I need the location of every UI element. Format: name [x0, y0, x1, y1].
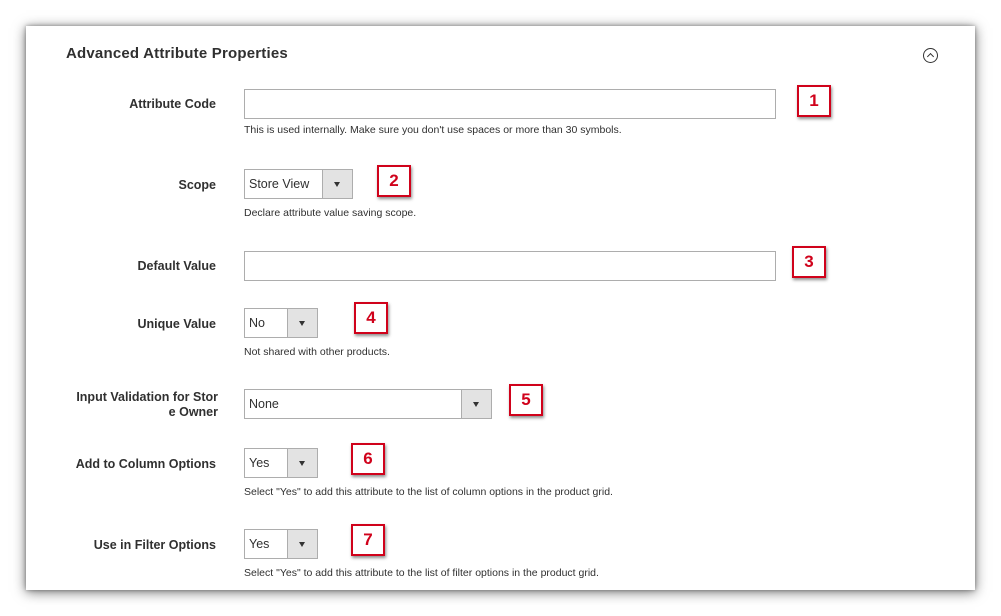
unique-value-select-value: No	[249, 316, 265, 330]
callout-badge-4: 4	[354, 302, 388, 334]
unique-value-label: Unique Value	[137, 317, 217, 331]
input-validation-label-line1: Input Validation for Stor	[76, 390, 218, 404]
use-in-filter-options-note: Select "Yes" to add this attribute to th…	[244, 567, 599, 579]
scope-select-value: Store View	[249, 177, 310, 191]
scope-note: Declare attribute value saving scope.	[244, 207, 417, 219]
attribute-code-label: Attribute Code	[129, 97, 216, 111]
section-title[interactable]: Advanced Attribute Properties	[66, 45, 288, 62]
use-in-filter-options-label: Use in Filter Options	[93, 538, 216, 552]
callout-badge-5: 5	[509, 384, 543, 416]
triangle-down-icon	[461, 390, 491, 418]
scope-select[interactable]: Store View	[244, 169, 353, 199]
unique-value-select[interactable]: No	[244, 308, 318, 338]
default-value-input[interactable]	[244, 251, 776, 281]
unique-value-note: Not shared with other products.	[244, 346, 390, 358]
input-validation-label-line2: e Owner	[168, 405, 218, 419]
add-to-column-options-select[interactable]: Yes	[244, 448, 318, 478]
triangle-down-icon	[322, 170, 352, 198]
callout-badge-2: 2	[377, 165, 411, 197]
add-to-column-options-label: Add to Column Options	[75, 457, 216, 471]
advanced-attribute-properties-panel: Advanced Attribute Properties Attribute …	[26, 26, 975, 590]
default-value-label: Default Value	[137, 259, 217, 273]
input-validation-label: Input Validation for Stor e Owner	[46, 390, 218, 420]
callout-badge-1: 1	[797, 85, 831, 117]
scope-label: Scope	[178, 178, 216, 192]
input-validation-select[interactable]: None	[244, 389, 492, 419]
callout-badge-7: 7	[351, 524, 385, 556]
add-to-column-options-note: Select "Yes" to add this attribute to th…	[244, 486, 613, 498]
callout-badge-3: 3	[792, 246, 826, 278]
triangle-down-icon	[287, 309, 317, 337]
add-to-column-options-select-value: Yes	[249, 456, 270, 470]
use-in-filter-options-select-value: Yes	[249, 537, 270, 551]
attribute-code-input[interactable]	[244, 89, 776, 119]
input-validation-select-value: None	[249, 397, 279, 411]
use-in-filter-options-select[interactable]: Yes	[244, 529, 318, 559]
attribute-code-note: This is used internally. Make sure you d…	[244, 124, 622, 136]
triangle-down-icon	[287, 530, 317, 558]
callout-badge-6: 6	[351, 443, 385, 475]
collapse-chevron-up-icon[interactable]	[923, 48, 938, 63]
triangle-down-icon	[287, 449, 317, 477]
